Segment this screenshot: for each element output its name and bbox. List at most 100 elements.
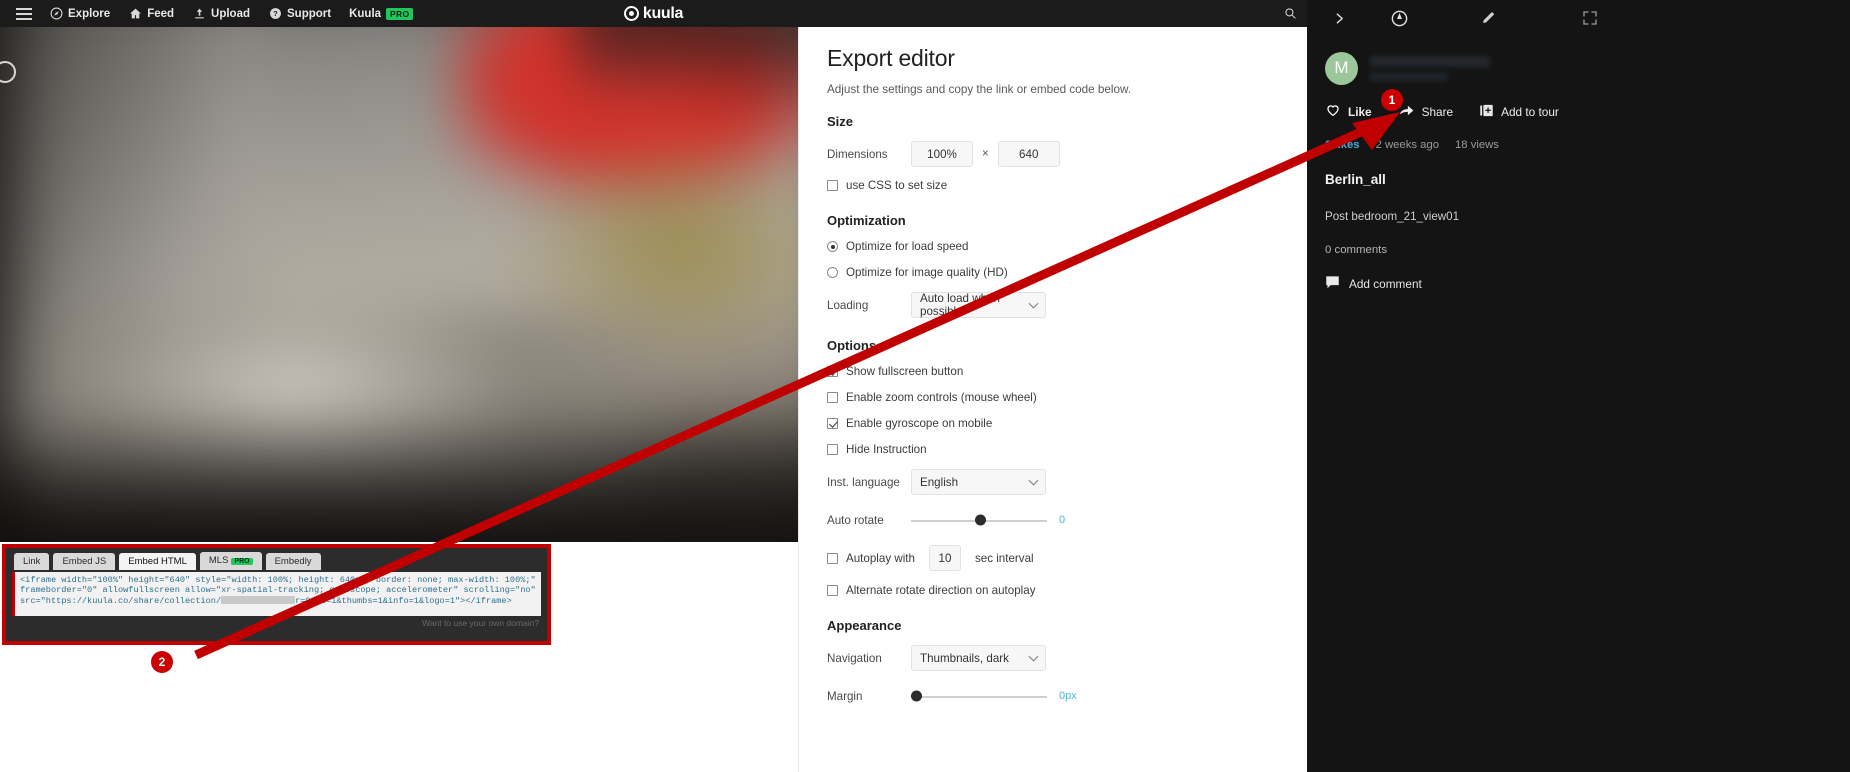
like-button[interactable]: Like bbox=[1325, 102, 1372, 121]
heart-icon bbox=[1325, 102, 1341, 121]
optimize-load-speed-row[interactable]: Optimize for load speed bbox=[827, 240, 1279, 253]
tab-embed-js[interactable]: Embed JS bbox=[53, 553, 116, 570]
add-comment-label: Add comment bbox=[1349, 276, 1422, 291]
right-sidebar: M Like Share Add to tour 0 likes 2 weeks… bbox=[1307, 0, 1850, 772]
annotation-marker-1: 1 bbox=[1381, 89, 1403, 111]
margin-value: 0px bbox=[1059, 690, 1077, 702]
panorama-viewer[interactable] bbox=[0, 27, 798, 542]
alternate-rotate-row[interactable]: Alternate rotate direction on autoplay bbox=[827, 584, 1279, 597]
enable-gyroscope-checkbox[interactable] bbox=[827, 418, 838, 429]
own-domain-link[interactable]: Want to use your own domain? bbox=[6, 616, 547, 628]
language-row: Inst. language English bbox=[827, 469, 1279, 495]
author-name-blurred bbox=[1370, 55, 1490, 81]
panorama-image bbox=[0, 27, 798, 542]
show-fullscreen-label: Show fullscreen button bbox=[846, 365, 964, 378]
hamburger-icon[interactable] bbox=[8, 7, 40, 20]
nav-item-explore[interactable]: Explore bbox=[40, 0, 119, 27]
compass-icon bbox=[49, 7, 63, 21]
slider-knob[interactable] bbox=[911, 690, 922, 702]
embed-tabs: Link Embed JS Embed HTML MLS PRO Embedly bbox=[6, 548, 547, 570]
loading-select[interactable]: Auto load when possible bbox=[911, 292, 1046, 318]
tab-mls-label: MLS bbox=[208, 555, 229, 566]
language-label: Inst. language bbox=[827, 475, 900, 489]
optimize-load-speed-radio[interactable] bbox=[827, 241, 838, 252]
tab-link[interactable]: Link bbox=[14, 553, 50, 570]
use-css-checkbox[interactable] bbox=[827, 180, 838, 191]
autorotate-label: Auto rotate bbox=[827, 513, 884, 527]
autoplay-label: Autoplay with bbox=[846, 551, 915, 565]
kuula-logo-icon bbox=[623, 6, 639, 21]
optimize-image-quality-label: Optimize for image quality (HD) bbox=[846, 266, 1008, 279]
add-to-tour-icon bbox=[1479, 103, 1494, 121]
account-menu[interactable]: Kuula PRO bbox=[340, 0, 422, 27]
fullscreen-icon[interactable] bbox=[1535, 10, 1645, 26]
enable-gyroscope-row[interactable]: Enable gyroscope on mobile bbox=[827, 417, 1279, 430]
tab-link-label: Link bbox=[23, 556, 41, 567]
chevron-down-icon bbox=[1028, 475, 1039, 486]
embed-code-part2: r=0&sd=1&thumbs=1&info=1&logo=1"></ifram… bbox=[295, 595, 512, 606]
chevron-down-icon bbox=[1028, 651, 1039, 662]
margin-slider[interactable] bbox=[911, 687, 1047, 705]
optimize-image-quality-row[interactable]: Optimize for image quality (HD) bbox=[827, 266, 1279, 279]
enable-zoom-checkbox[interactable] bbox=[827, 392, 838, 403]
section-heading-optimization: Optimization bbox=[827, 213, 906, 228]
slider-knob[interactable] bbox=[974, 514, 986, 526]
embed-code-textarea[interactable]: <iframe width="100%" height="640" style=… bbox=[12, 572, 541, 616]
topbar-search-icon[interactable] bbox=[1284, 0, 1297, 27]
autorotate-value: 0 bbox=[1059, 514, 1066, 526]
embed-code-box: Link Embed JS Embed HTML MLS PRO Embedly … bbox=[2, 544, 551, 645]
tab-embedly[interactable]: Embedly bbox=[265, 553, 321, 570]
autoplay-row[interactable]: Autoplay with 10 sec interval bbox=[827, 545, 1279, 571]
loading-row: Loading Auto load when possible bbox=[827, 292, 1279, 318]
timestamp: 2 weeks ago bbox=[1375, 139, 1439, 151]
author-row: M bbox=[1325, 50, 1832, 86]
language-select[interactable]: English bbox=[911, 469, 1046, 495]
collection-title: Berlin_all bbox=[1325, 172, 1386, 187]
add-to-tour-label: Add to tour bbox=[1501, 104, 1559, 119]
sidebar-content: M Like Share Add to tour 0 likes 2 weeks… bbox=[1307, 36, 1850, 292]
nav-item-feed[interactable]: Feed bbox=[119, 0, 183, 27]
nav-item-support[interactable]: ? Support bbox=[259, 0, 340, 27]
likes-count[interactable]: 0 likes bbox=[1325, 139, 1360, 151]
views-count: 18 views bbox=[1455, 139, 1499, 151]
tab-mls[interactable]: MLS PRO bbox=[199, 552, 262, 570]
enable-zoom-row[interactable]: Enable zoom controls (mouse wheel) bbox=[827, 391, 1279, 404]
optimize-image-quality-radio[interactable] bbox=[827, 267, 838, 278]
chevron-right-icon[interactable] bbox=[1323, 12, 1355, 25]
avatar[interactable]: M bbox=[1325, 51, 1358, 85]
navigation-select[interactable]: Thumbnails, dark bbox=[911, 645, 1046, 671]
show-fullscreen-checkbox[interactable] bbox=[827, 366, 838, 377]
use-css-label: use CSS to set size bbox=[846, 179, 948, 192]
sidebar-toolbar bbox=[1307, 0, 1850, 36]
height-input[interactable]: 640 bbox=[997, 141, 1060, 167]
like-label: Like bbox=[1348, 104, 1372, 119]
tab-embed-html[interactable]: Embed HTML bbox=[119, 553, 196, 570]
question-circle-icon: ? bbox=[268, 7, 282, 21]
autoplay-checkbox[interactable] bbox=[827, 552, 838, 564]
alternate-rotate-label: Alternate rotate direction on autoplay bbox=[846, 584, 1036, 597]
app-root: Explore Feed Upload ? Support Kuula PRO bbox=[0, 0, 1850, 772]
tab-embedly-label: Embedly bbox=[274, 556, 312, 567]
nav-item-upload[interactable]: Upload bbox=[183, 0, 259, 27]
nav-label-explore: Explore bbox=[68, 7, 111, 20]
show-fullscreen-row[interactable]: Show fullscreen button bbox=[827, 365, 1279, 378]
width-input[interactable]: 100% bbox=[911, 141, 973, 167]
kuula-logo-text: kuula bbox=[642, 4, 684, 22]
slider-track bbox=[911, 696, 1047, 698]
autoplay-interval-input[interactable]: 10 bbox=[928, 545, 961, 571]
autoplay-suffix: sec interval bbox=[974, 551, 1034, 565]
page-title: Export editor bbox=[827, 45, 955, 71]
hide-instruction-checkbox[interactable] bbox=[827, 444, 838, 455]
autorotate-slider[interactable] bbox=[911, 511, 1047, 529]
add-to-tour-button[interactable]: Add to tour bbox=[1479, 103, 1559, 121]
use-css-checkbox-row[interactable]: use CSS to set size bbox=[827, 179, 1279, 192]
share-button[interactable]: Share bbox=[1398, 103, 1453, 121]
upload-icon bbox=[192, 7, 206, 21]
compass-icon[interactable] bbox=[1355, 9, 1443, 28]
autorotate-row: Auto rotate 0 bbox=[827, 507, 1279, 533]
share-label: Share bbox=[1421, 104, 1454, 119]
pencil-icon[interactable] bbox=[1443, 9, 1535, 27]
alternate-rotate-checkbox[interactable] bbox=[827, 585, 838, 596]
add-comment-button[interactable]: Add comment bbox=[1325, 275, 1832, 292]
hide-instruction-row[interactable]: Hide Instruction bbox=[827, 443, 1279, 456]
